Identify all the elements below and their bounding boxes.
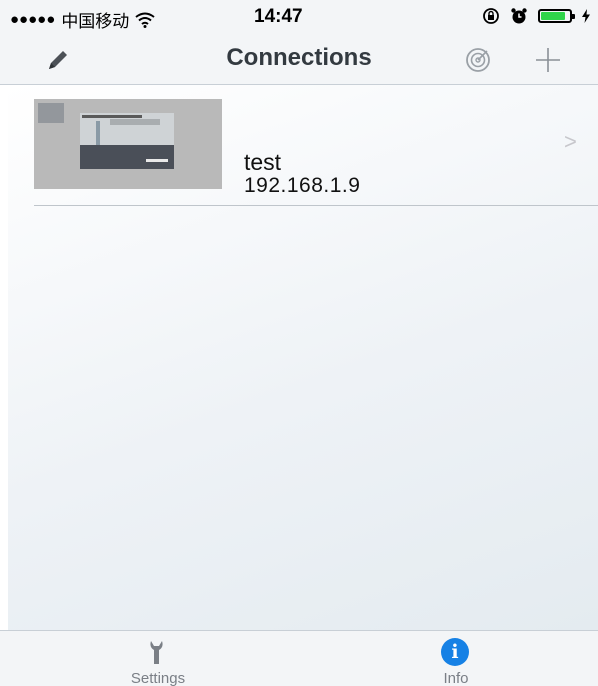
chevron-right-icon: > — [564, 129, 577, 154]
status-left: ●●●●● 中国移动 — [10, 7, 155, 32]
connections-list: test 192.168.1.9 > — [8, 85, 598, 630]
signal-strength-icon: ●●●●● — [10, 11, 56, 28]
info-badge: i — [441, 638, 469, 666]
thumbnail-overlay — [38, 103, 64, 123]
alarm-icon — [511, 8, 527, 24]
charging-bolt-icon — [582, 9, 590, 23]
status-bar: ●●●●● 中国移动 14:47 — [0, 0, 598, 36]
add-connection-button[interactable] — [530, 42, 566, 78]
wrench-icon — [142, 637, 172, 667]
plus-icon — [536, 48, 560, 72]
page-title: Connections — [226, 44, 372, 71]
carrier-name: 中国移动 — [61, 12, 130, 31]
navigation-bar: Connections — [0, 36, 598, 85]
info-icon: i — [440, 637, 470, 667]
scene-shutter — [80, 145, 174, 169]
thumbnail-timestamp — [146, 159, 168, 162]
row-divider — [34, 205, 598, 206]
status-right — [482, 7, 590, 25]
connection-ip: 192.168.1.9 — [244, 174, 361, 197]
battery-level — [541, 12, 565, 20]
rotation-lock-icon — [483, 8, 499, 24]
scene-beam — [110, 119, 160, 125]
connection-name: test — [244, 149, 282, 175]
wifi-icon — [135, 12, 155, 28]
tab-info[interactable]: i Info — [376, 631, 536, 686]
tab-bar: Settings i Info — [0, 630, 598, 686]
status-time: 14:47 — [254, 6, 303, 27]
scan-button[interactable] — [460, 42, 496, 78]
tab-settings[interactable]: Settings — [78, 631, 238, 686]
connection-thumbnail — [34, 99, 222, 189]
thumbnail-caption — [82, 115, 142, 118]
tab-settings-label: Settings — [130, 671, 186, 686]
tab-info-label: Info — [443, 671, 469, 686]
connection-row[interactable]: test 192.168.1.9 > — [8, 85, 598, 205]
battery-icon — [538, 9, 575, 23]
scene-post — [96, 121, 100, 145]
radar-icon — [466, 48, 490, 72]
